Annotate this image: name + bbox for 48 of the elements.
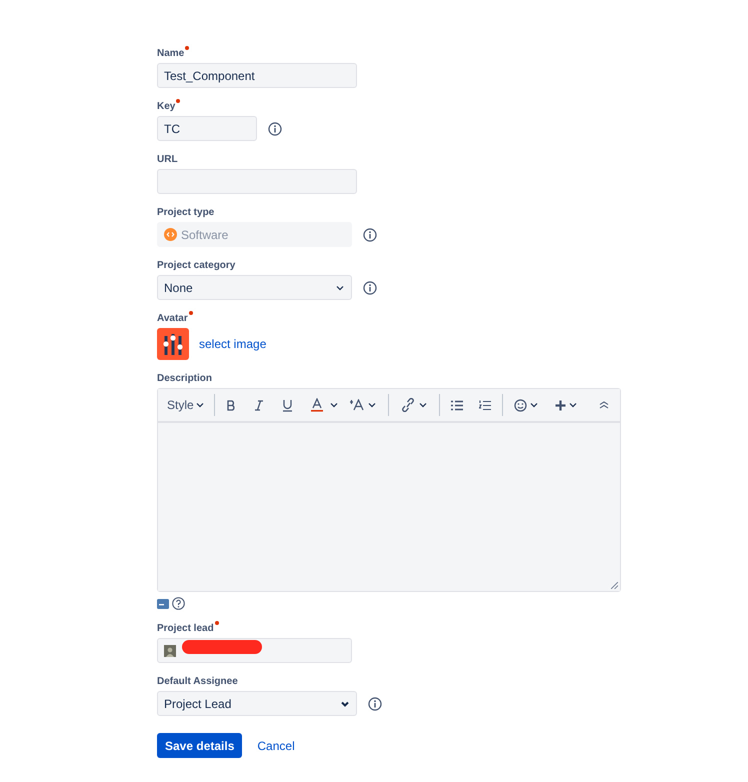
chevron-icon [194, 401, 205, 409]
bullet-list-icon [450, 400, 463, 410]
link-icon [400, 398, 416, 412]
numbered-list-icon [478, 400, 491, 410]
style-dropdown[interactable]: Style [164, 396, 208, 414]
dropdown-caret-icon [340, 700, 350, 708]
dropdown-caret-icon [335, 284, 345, 292]
cancel-link[interactable]: Cancel [257, 736, 295, 754]
field-label: Project lead [157, 623, 214, 635]
text-field[interactable] [157, 169, 357, 194]
info-icon[interactable] [368, 696, 382, 710]
select-field[interactable]: Project Lead [157, 691, 357, 716]
plus-icon [554, 400, 566, 410]
field-label: Default Assignee [157, 676, 238, 688]
code-icon [164, 228, 177, 241]
select-image-link[interactable]: select image [199, 335, 266, 353]
double-caret-icon [599, 401, 609, 409]
text-style-icon [348, 399, 365, 411]
field-label: Project type [157, 207, 214, 219]
chevron-icon [328, 401, 339, 409]
avatar-image [157, 328, 189, 360]
field-label: Description [157, 373, 212, 385]
smiley-icon [514, 398, 527, 412]
field-label: Name [157, 48, 184, 60]
field-label: Avatar [157, 313, 188, 325]
folder-icon[interactable] [157, 598, 169, 608]
underline-icon [282, 398, 293, 412]
field-label: Project category [157, 260, 236, 272]
user-avatar-icon [164, 644, 176, 656]
save-button[interactable]: Save details [157, 733, 242, 758]
info-icon[interactable] [363, 280, 377, 294]
italic-icon [254, 400, 264, 410]
chevron-icon [568, 401, 578, 409]
project-type-field: Software [157, 222, 352, 247]
help-icon[interactable] [172, 597, 185, 610]
chevron-icon [418, 401, 428, 409]
bold-icon [226, 400, 236, 410]
select-field[interactable]: None [157, 275, 352, 300]
field-label: URL [157, 154, 178, 166]
resize-grip-icon[interactable] [611, 582, 618, 589]
text-field[interactable]: Test_Component [157, 63, 357, 88]
user-field[interactable] [157, 638, 352, 663]
field-label: Key [157, 101, 176, 113]
info-icon[interactable] [268, 122, 282, 136]
text-color-icon [310, 398, 323, 412]
chevron-icon [366, 401, 377, 409]
text-field[interactable]: TC [157, 116, 257, 141]
chevron-icon [528, 401, 539, 409]
